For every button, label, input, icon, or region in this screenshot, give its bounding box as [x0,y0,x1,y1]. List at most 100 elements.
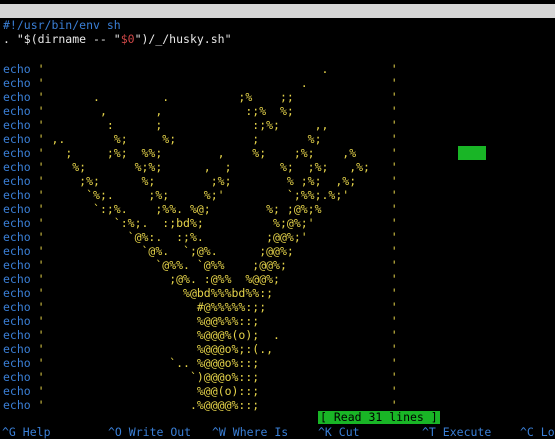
echo-keyword: echo [3,328,31,342]
echo-line[interactable]: echo ' %@@(o)::; ' [3,384,398,398]
text-cursor [458,146,486,160]
shortcut-label: Execute [442,425,492,439]
echo-keyword: echo [3,118,31,132]
echo-line[interactable]: echo ' ;%; %; ;%; % ;%; ,%; ' [3,174,398,188]
shortcut-item[interactable]: ^T Execute [422,425,491,439]
ascii-art-text: ' ,. %; %; ; %; ' [37,132,398,146]
ascii-art-text: ' ;%; %; ;%; % ;%; ,%; ' [37,174,398,188]
source-prefix: . "$(dirname -- " [3,32,121,46]
ascii-art-text: ' ;@%. :@%% %@@%; ' [37,272,398,286]
file-name: post-checkout [346,32,437,46]
echo-keyword: echo [3,272,31,286]
ascii-art-text: ' ; ;%; %%; , %; ;%; ,% ' [37,146,398,160]
echo-line[interactable]: echo ' #@%%%%%:;; ' [3,300,398,314]
ascii-art-text: ' %; %;%; , ; %; ;%; ,%; ' [37,160,398,174]
ascii-art-text: ' `)@@@o%::; ' [37,370,398,384]
ascii-art-text: ' , , :;% %; ' [37,104,398,118]
shebang-line[interactable]: #!/usr/bin/env sh [3,18,121,32]
echo-keyword: echo [3,230,31,244]
echo-keyword: echo [3,384,31,398]
echo-line[interactable]: echo ' %@@@o%;:(., ' [3,342,398,356]
echo-line[interactable]: echo ' `@%%. `@%% ;@@%; ' [3,258,398,272]
echo-keyword: echo [3,244,31,258]
echo-keyword: echo [3,90,31,104]
echo-keyword: echo [3,62,31,76]
shortcut-item[interactable]: ^G Help [2,425,51,439]
ascii-art-text: ' . . ;% ;; ' [37,90,398,104]
ascii-art-text: ' `.. %@@@o%::; ' [37,356,398,370]
echo-keyword: echo [3,356,31,370]
echo-keyword: echo [3,216,31,230]
echo-line[interactable]: echo ' `.. %@@@o%::; ' [3,356,398,370]
ascii-art-text: ' `:;%. ;%%. %@; %; ;@%;% ' [37,202,398,216]
shortcut-key: ^K [318,425,332,439]
echo-line[interactable]: echo ' . ' [3,76,398,90]
echo-line[interactable]: echo ' ; ;%; %%; , %; ;%; ,% ' [3,146,398,160]
ascii-art-text: ' %@bd%%%bd%%:; ' [37,286,398,300]
echo-keyword: echo [3,160,31,174]
echo-line[interactable]: echo ' %@@%%%::; ' [3,314,398,328]
echo-keyword: echo [3,202,31,216]
echo-line[interactable]: echo ' `@%. `;@%. ;@@%; ' [3,244,398,258]
echo-line[interactable]: echo ' : ; :;%; ,, ' [3,118,398,132]
title-bar: GNU nano 5.9 post-checkout [0,4,555,46]
ascii-art-text: ' %@@@%(o); . ' [37,328,398,342]
shortcut-key: ^G [2,425,16,439]
ascii-art-text: ' . ' [37,76,398,90]
shortcut-key: ^O [108,425,122,439]
shortcut-bar: ^G Help ^O Write Out ^W Where Is ^K Cut ^T E… [0,425,555,439]
source-variable: $0 [120,32,135,46]
shortcut-key: ^W [212,425,226,439]
echo-keyword: echo [3,76,31,90]
status-message: [ Read 31 lines ] [318,410,440,424]
echo-keyword: echo [3,174,31,188]
ascii-art-text: ' : ; :;%; ,, ' [37,118,398,132]
echo-line[interactable]: echo ' , , :;% %; ' [3,104,398,118]
echo-line[interactable]: echo ' `%;. ;%; %;' `;%%;.%;' ' [3,188,398,202]
ascii-art-text: ' %@@(o)::; ' [37,384,398,398]
shortcut-item[interactable]: ^C Location [520,425,555,439]
echo-line[interactable]: echo ' `)@@@o%::; ' [3,370,398,384]
echo-line[interactable]: echo ' ;@%. :@%% %@@%; ' [3,272,398,286]
ascii-art-text: ' `%;. ;%; %;' `;%%;.%;' ' [37,188,398,202]
shortcut-label: Write Out [128,425,192,439]
echo-keyword: echo [3,258,31,272]
ascii-art-text: ' . ' [37,62,398,76]
shortcut-item[interactable]: ^W Where Is [212,425,288,439]
echo-keyword: echo [3,342,31,356]
echo-keyword: echo [3,132,31,146]
source-suffix: ")/_/husky.sh" [134,32,232,46]
echo-keyword: echo [3,146,31,160]
ascii-art-text: ' `@%:. :;%. ;@@%;' ' [37,230,398,244]
echo-line[interactable]: echo ' `@%:. :;%. ;@@%;' ' [3,230,398,244]
echo-line[interactable]: echo ' `:%;. :;bd%; %;@%;' ' [3,216,398,230]
ascii-art-text: ' `@%. `;@%. ;@@%; ' [37,244,398,258]
ascii-art-text: ' %@@%%%::; ' [37,314,398,328]
echo-line[interactable]: echo ' . ' [3,62,398,76]
ascii-art-text: ' `@%%. `@%% ;@@%; ' [37,258,398,272]
shortcut-item[interactable]: ^K Cut [318,425,360,439]
echo-line[interactable]: echo ' . . ;% ;; ' [3,90,398,104]
echo-keyword: echo [3,314,31,328]
echo-keyword: echo [3,286,31,300]
shortcut-label: Cut [338,425,360,439]
shortcut-item[interactable]: ^O Write Out [108,425,191,439]
ascii-art-text: ' `:%;. :;bd%; %;@%;' ' [37,216,398,230]
echo-keyword: echo [3,104,31,118]
echo-keyword: echo [3,188,31,202]
echo-keyword: echo [3,300,31,314]
echo-line[interactable]: echo ' %; %;%; , ; %; ;%; ,%; ' [3,160,398,174]
shortcut-label: Help [22,425,51,439]
echo-line[interactable]: echo ' %@@@%(o); . ' [3,328,398,342]
echo-line[interactable]: echo ' %@bd%%%bd%%:; ' [3,286,398,300]
ascii-art-text: ' %@@@o%;:(., ' [37,342,398,356]
shortcut-key: ^C [520,425,534,439]
echo-keyword: echo [3,398,31,412]
echo-line[interactable]: echo ' `:;%. ;%%. %@; %; ;@%;% ' [3,202,398,216]
source-line[interactable]: . "$(dirname -- "$0")/_/husky.sh" [3,32,232,46]
shortcut-label: Where Is [232,425,289,439]
echo-line[interactable]: echo ' ,. %; %; ; %; ' [3,132,398,146]
echo-keyword: echo [3,370,31,384]
shortcut-label: Location [540,425,555,439]
shortcut-key: ^T [422,425,436,439]
